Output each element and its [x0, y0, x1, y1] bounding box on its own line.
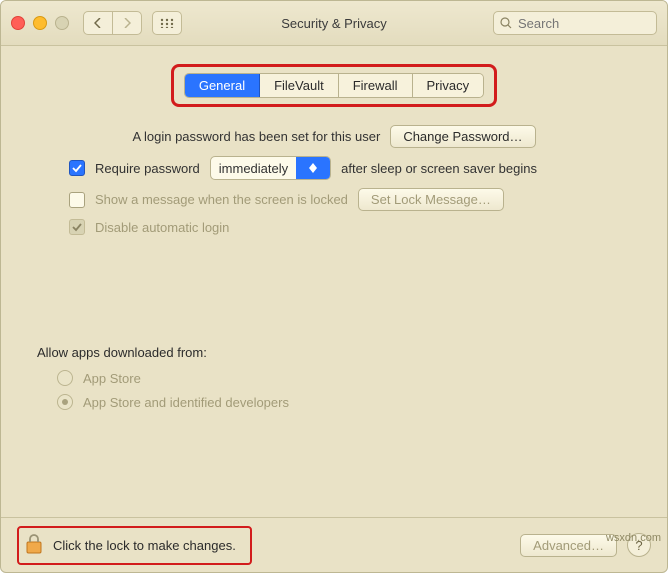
- require-password-after-label: after sleep or screen saver begins: [341, 161, 537, 176]
- show-message-label: Show a message when the screen is locked: [95, 192, 348, 207]
- window-controls: [11, 16, 69, 30]
- show-all-button[interactable]: [152, 11, 182, 35]
- close-icon[interactable]: [11, 16, 25, 30]
- change-password-button[interactable]: Change Password…: [390, 125, 535, 148]
- tab-filevault[interactable]: FileVault: [260, 74, 339, 97]
- security-privacy-window: Security & Privacy General FileVault Fir…: [0, 0, 668, 573]
- select-arrows-icon: [296, 157, 330, 179]
- titlebar: Security & Privacy: [1, 1, 667, 46]
- require-password-delay-select[interactable]: immediately: [210, 156, 331, 180]
- lock-hint-label: Click the lock to make changes.: [53, 538, 236, 553]
- password-set-label: A login password has been set for this u…: [132, 129, 380, 144]
- allow-apps-appstore-label: App Store: [83, 371, 141, 386]
- general-pane: A login password has been set for this u…: [1, 107, 667, 410]
- lock-annotation: Click the lock to make changes.: [17, 526, 252, 565]
- tab-privacy[interactable]: Privacy: [413, 74, 484, 97]
- minimize-icon[interactable]: [33, 16, 47, 30]
- lock-icon[interactable]: [25, 534, 43, 557]
- advanced-button[interactable]: Advanced…: [520, 534, 617, 557]
- show-message-checkbox: [69, 192, 85, 208]
- forward-button[interactable]: [113, 12, 141, 34]
- nav-buttons: [83, 11, 142, 35]
- tab-general[interactable]: General: [185, 74, 260, 97]
- zoom-icon: [55, 16, 69, 30]
- allow-apps-label: Allow apps downloaded from:: [37, 345, 631, 360]
- search-input[interactable]: [516, 15, 630, 32]
- watermark: wsxdn.com: [606, 532, 661, 544]
- tabs-annotation: General FileVault Firewall Privacy: [171, 64, 497, 107]
- require-password-label: Require password: [95, 161, 200, 176]
- search-field[interactable]: [493, 11, 657, 35]
- tab-bar: General FileVault Firewall Privacy: [184, 73, 484, 98]
- disable-auto-login-label: Disable automatic login: [95, 220, 229, 235]
- allow-apps-appstore-radio: [57, 370, 73, 386]
- allow-apps-identified-radio: [57, 394, 73, 410]
- footer: Click the lock to make changes. Advanced…: [1, 517, 667, 572]
- allow-apps-identified-label: App Store and identified developers: [83, 395, 289, 410]
- require-password-delay-value: immediately: [211, 161, 296, 176]
- tab-firewall[interactable]: Firewall: [339, 74, 413, 97]
- disable-auto-login-checkbox: [69, 219, 85, 235]
- require-password-checkbox[interactable]: [69, 160, 85, 176]
- back-button[interactable]: [84, 12, 113, 34]
- set-lock-message-button: Set Lock Message…: [358, 188, 504, 211]
- tabs-container: General FileVault Firewall Privacy: [1, 64, 667, 107]
- search-icon: [500, 17, 512, 29]
